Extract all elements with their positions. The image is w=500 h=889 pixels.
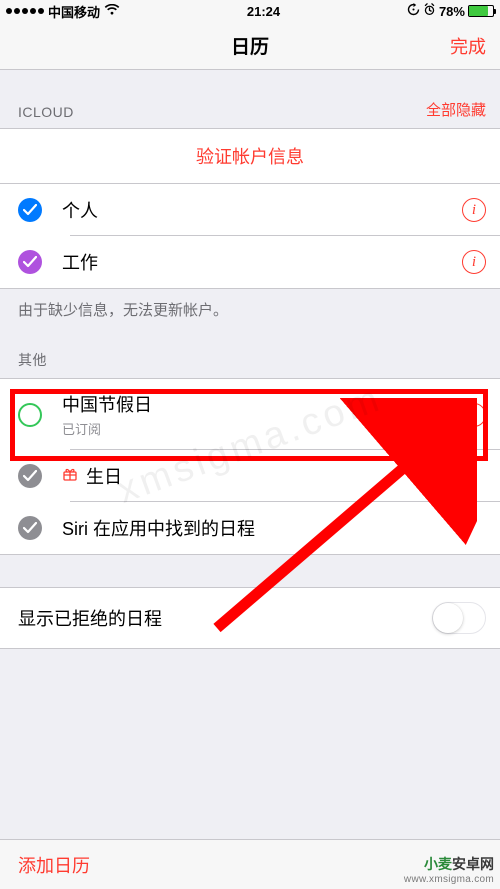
calendar-row-personal[interactable]: 个人 i <box>0 184 500 236</box>
battery-percent: 78% <box>439 4 465 19</box>
info-icon[interactable]: i <box>462 250 486 274</box>
unchecked-circle-icon <box>18 403 42 427</box>
calendar-row-china-holidays[interactable]: 中国节假日 已订阅 i <box>0 379 500 450</box>
signal-strength-icon <box>6 8 44 14</box>
calendar-name: 个人 <box>62 197 462 223</box>
calendar-name: 工作 <box>62 249 462 275</box>
calendar-name: 生日 <box>86 463 122 489</box>
section-header-icloud: ICLOUD 全部隐藏 <box>0 70 500 128</box>
verify-account-button[interactable]: 验证帐户信息 <box>0 129 500 184</box>
page-title: 日历 <box>231 32 269 59</box>
calendar-row-siri[interactable]: Siri 在应用中找到的日程 <box>0 502 500 554</box>
calendar-row-birthdays[interactable]: 生日 <box>0 450 500 502</box>
hide-all-button[interactable]: 全部隐藏 <box>426 99 486 120</box>
status-bar: 中国移动 21:24 78% <box>0 0 500 22</box>
nav-bar: 日历 完成 <box>0 22 500 70</box>
checkmark-icon <box>18 516 42 540</box>
show-declined-row: 显示已拒绝的日程 <box>0 587 500 649</box>
calendar-name: Siri 在应用中找到的日程 <box>62 515 486 541</box>
status-left: 中国移动 <box>6 2 120 21</box>
battery-icon <box>468 5 494 17</box>
show-declined-toggle[interactable] <box>432 602 486 634</box>
carrier-label: 中国移动 <box>48 2 100 21</box>
section-header-other: 其他 <box>0 336 500 378</box>
bottom-toolbar: 添加日历 <box>0 839 500 889</box>
calendar-row-work[interactable]: 工作 i <box>0 236 500 288</box>
checkmark-icon <box>18 464 42 488</box>
info-icon[interactable]: i <box>462 403 486 427</box>
wifi-icon <box>104 4 120 19</box>
add-calendar-button[interactable]: 添加日历 <box>18 852 90 878</box>
done-button[interactable]: 完成 <box>450 33 486 59</box>
checkmark-icon <box>18 250 42 274</box>
status-right: 78% <box>407 3 494 19</box>
info-icon[interactable]: i <box>462 198 486 222</box>
calendar-name: 中国节假日 <box>62 391 462 417</box>
checkmark-icon <box>18 198 42 222</box>
gift-icon <box>62 466 78 486</box>
other-list: 中国节假日 已订阅 i 生日 Siri 在应用中找到的日程 <box>0 378 500 555</box>
section-label: ICLOUD <box>18 104 74 120</box>
icloud-list: 验证帐户信息 个人 i 工作 i <box>0 128 500 289</box>
calendar-subtitle: 已订阅 <box>62 419 462 438</box>
section-label: 其他 <box>18 350 47 370</box>
orientation-lock-icon <box>407 3 420 19</box>
alarm-icon <box>423 3 436 19</box>
icloud-footer-note: 由于缺少信息，无法更新帐户。 <box>0 289 500 336</box>
clock-time: 21:24 <box>247 4 280 19</box>
show-declined-label: 显示已拒绝的日程 <box>18 605 162 631</box>
